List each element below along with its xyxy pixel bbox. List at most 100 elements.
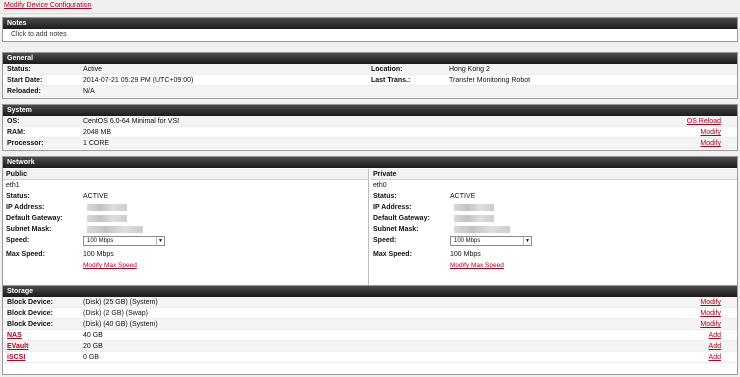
device-details-page: Notes Click to add notes General Status:… (0, 14, 740, 377)
last-trans-label: Last Trans.: (371, 77, 411, 84)
storage-add-link[interactable]: Add (709, 352, 721, 363)
ram-value: 2048 MB (83, 129, 112, 136)
private-ip-label: IP Address: (373, 204, 412, 211)
public-gateway-label: Default Gateway: (6, 215, 63, 222)
reloaded-value: N/A (83, 88, 95, 95)
redacted-mask (87, 226, 143, 233)
storage-value: 0 GB (83, 354, 99, 361)
private-mask-row: Subnet Mask: (370, 224, 737, 235)
storage-modify-link[interactable]: Modify (700, 308, 721, 319)
private-iface: eth0 (373, 182, 387, 189)
storage-row: iSCSI 0 GB Add (3, 352, 737, 363)
storage-value: (Disk) (2 GB) (Swap) (83, 310, 148, 317)
storage-value: 20 GB (83, 343, 103, 350)
network-panel: Network Public eth1 Status: ACTIVE IP Ad… (2, 156, 738, 286)
storage-modify-link[interactable]: Modify (700, 319, 721, 330)
storage-row: NAS 40 GB Add (3, 330, 737, 341)
system-row-processor: Processor: 1 CORE Modify (3, 138, 737, 149)
evault-link[interactable]: EVault (7, 341, 28, 352)
notes-header: Notes (3, 18, 737, 29)
storage-header: Storage (3, 286, 737, 297)
public-iface: eth1 (6, 182, 20, 189)
storage-modify-link[interactable]: Modify (700, 297, 721, 308)
private-modify-max-speed-link[interactable]: Modify Max Speed (450, 260, 504, 271)
public-title: Public (3, 169, 368, 180)
storage-label: Block Device: (7, 310, 53, 317)
iscsi-link[interactable]: iSCSI (7, 352, 25, 363)
os-reload-link[interactable]: OS Reload (687, 116, 721, 127)
os-label: OS: (7, 118, 20, 125)
private-mask-label: Subnet Mask: (373, 226, 419, 233)
general-header: General (3, 53, 737, 64)
private-max-row: Max Speed: 100 Mbps (370, 249, 737, 260)
redacted-gateway (87, 215, 127, 222)
private-max-value: 100 Mbps (450, 251, 481, 258)
private-status-row: Status: ACTIVE (370, 191, 737, 202)
system-panel: System OS: CentOS 6.0-64 Minimal for VSI… (2, 104, 738, 151)
reloaded-label: Reloaded: (7, 88, 41, 95)
network-public-column: Public eth1 Status: ACTIVE IP Address: D… (3, 169, 369, 285)
private-status-label: Status: (373, 193, 397, 200)
start-date-value: 2014-07-21 05:29 PM (UTC+09:00) (83, 77, 194, 84)
public-max-value: 100 Mbps (83, 251, 114, 258)
public-modify-max-speed-link[interactable]: Modify Max Speed (83, 260, 137, 271)
private-status-value: ACTIVE (450, 193, 476, 200)
system-row-ram: RAM: 2048 MB Modify (3, 127, 737, 138)
storage-label: Block Device: (7, 321, 53, 328)
private-gateway-label: Default Gateway: (373, 215, 430, 222)
ram-label: RAM: (7, 129, 26, 136)
public-mask-label: Subnet Mask: (6, 226, 52, 233)
storage-value: (Disk) (40 GB) (System) (83, 321, 158, 328)
system-row-os: OS: CentOS 6.0-64 Minimal for VSI OS Rel… (3, 116, 737, 127)
private-speed-row: Speed: 100 Mbps ▼ (370, 235, 737, 246)
status-label: Status: (7, 66, 31, 73)
nas-link[interactable]: NAS (7, 330, 22, 341)
public-status-value: ACTIVE (83, 193, 109, 200)
processor-label: Processor: (7, 140, 44, 147)
public-speed-select[interactable]: 100 Mbps ▼ (83, 236, 165, 246)
network-private-column: Private eth0 Status: ACTIVE IP Address: … (370, 169, 737, 285)
network-header: Network (3, 157, 737, 168)
storage-row: Block Device: (Disk) (25 GB) (System) Mo… (3, 297, 737, 308)
private-title: Private (370, 169, 737, 180)
os-value: CentOS 6.0-64 Minimal for VSI (83, 118, 180, 125)
public-ip-row: IP Address: (3, 202, 368, 213)
public-status-row: Status: ACTIVE (3, 191, 368, 202)
modify-device-configuration-link[interactable]: Modify Device Configuration (4, 2, 92, 9)
general-row-reloaded: Reloaded: N/A (3, 86, 737, 97)
location-value: Hong Kong 2 (449, 66, 490, 73)
chevron-down-icon: ▼ (156, 237, 164, 245)
storage-add-link[interactable]: Add (709, 341, 721, 352)
private-modify-row: Modify Max Speed (370, 260, 737, 271)
public-speed-row: Speed: 100 Mbps ▼ (3, 235, 368, 246)
general-row-status: Status: Active Location: Hong Kong 2 (3, 64, 737, 75)
private-speed-label: Speed: (373, 237, 397, 244)
chevron-down-icon: ▼ (523, 237, 531, 245)
processor-modify-link[interactable]: Modify (700, 138, 721, 149)
storage-label: Block Device: (7, 299, 53, 306)
system-header: System (3, 105, 737, 116)
private-gateway-row: Default Gateway: (370, 213, 737, 224)
ram-modify-link[interactable]: Modify (700, 127, 721, 138)
notes-panel: Notes Click to add notes (2, 17, 738, 42)
public-gateway-row: Default Gateway: (3, 213, 368, 224)
storage-add-link[interactable]: Add (709, 330, 721, 341)
public-iface-row: eth1 (3, 180, 368, 191)
private-iface-row: eth0 (370, 180, 737, 191)
notes-input[interactable]: Click to add notes (3, 29, 737, 41)
redacted-ip (87, 204, 127, 211)
private-speed-select[interactable]: 100 Mbps ▼ (450, 236, 532, 246)
storage-row: Block Device: (Disk) (2 GB) (Swap) Modif… (3, 308, 737, 319)
storage-row: EVault 20 GB Add (3, 341, 737, 352)
redacted-mask (454, 226, 510, 233)
last-trans-value: Transfer Monitoring Robot (449, 77, 531, 84)
processor-value: 1 CORE (83, 140, 110, 147)
redacted-gateway (454, 215, 494, 222)
storage-panel: Storage Block Device: (Disk) (25 GB) (Sy… (2, 285, 738, 375)
start-date-label: Start Date: (7, 77, 43, 84)
storage-value: (Disk) (25 GB) (System) (83, 299, 158, 306)
status-value: Active (83, 66, 103, 73)
public-ip-label: IP Address: (6, 204, 45, 211)
private-speed-selected: 100 Mbps (454, 238, 481, 244)
public-speed-label: Speed: (6, 237, 30, 244)
